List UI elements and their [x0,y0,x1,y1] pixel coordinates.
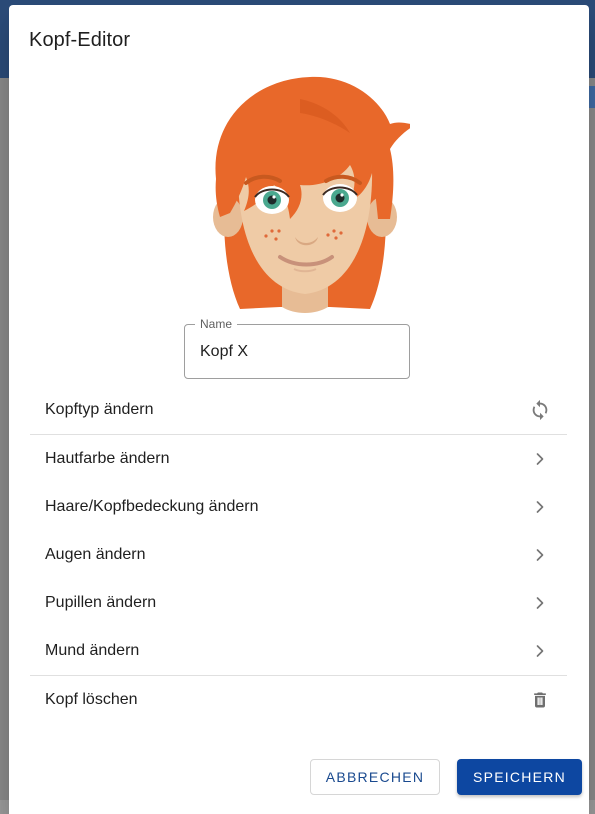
menu-item-change-mouth[interactable]: Mund ändern [30,627,567,675]
menu-item-change-skin-color[interactable]: Hautfarbe ändern [30,435,567,483]
name-field-label: Name [195,318,238,330]
trash-icon [528,688,552,712]
chevron-right-icon [528,447,552,471]
menu-item-label: Mund ändern [45,642,140,659]
menu-item-label: Pupillen ändern [45,594,157,611]
head-avatar-preview [213,76,410,313]
dialog-title: Kopf-Editor [29,29,131,51]
menu-item-change-hair[interactable]: Haare/Kopfbedeckung ändern [30,483,567,531]
head-editor-dialog: Kopf-Editor Name Kopf X Kopftyp ändern H… [9,5,589,814]
menu-item-change-pupils[interactable]: Pupillen ändern [30,579,567,627]
menu-item-label: Haare/Kopfbedeckung ändern [45,498,259,515]
name-field[interactable]: Name Kopf X [184,318,410,379]
menu-item-label: Kopf löschen [45,691,138,708]
menu-item-label: Augen ändern [45,546,146,563]
cancel-button[interactable]: ABBRECHEN [310,759,440,795]
save-button[interactable]: SPEICHERN [457,759,582,795]
name-field-value[interactable]: Kopf X [200,343,248,361]
refresh-icon [528,398,552,422]
menu-item-delete-head[interactable]: Kopf löschen [30,676,567,724]
chevron-right-icon [528,591,552,615]
head-options-menu: Kopftyp ändern Hautfarbe ändern Haare/Ko… [30,386,567,724]
menu-item-change-head-type[interactable]: Kopftyp ändern [30,386,567,434]
chevron-right-icon [528,495,552,519]
menu-item-label: Hautfarbe ändern [45,450,170,467]
chevron-right-icon [528,639,552,663]
dialog-actions: ABBRECHEN SPEICHERN [310,759,582,795]
chevron-right-icon [528,543,552,567]
menu-item-change-eyes[interactable]: Augen ändern [30,531,567,579]
menu-item-label: Kopftyp ändern [45,401,154,418]
